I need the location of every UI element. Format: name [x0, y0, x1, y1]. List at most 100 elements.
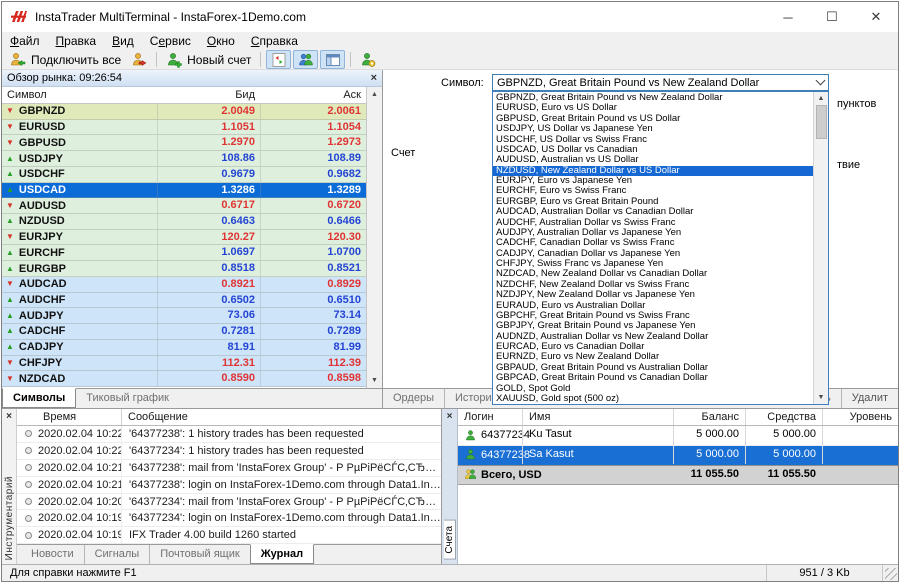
- log-time: 2020.02.04 10:22:2...: [38, 445, 121, 457]
- tab-market-watch-1[interactable]: Тиковый график: [76, 389, 179, 408]
- scroll-down-icon[interactable]: ▼: [818, 394, 825, 401]
- journal-row[interactable]: 2020.02.04 10:19:3... IFX Trader 4.00 bu…: [17, 527, 441, 544]
- market-watch-row[interactable]: ▲ NZDUSD 0.6463 0.6466: [2, 214, 366, 230]
- accounts-toggle-button[interactable]: [293, 50, 318, 69]
- scroll-down-icon[interactable]: ▼: [371, 377, 378, 384]
- dropdown-scrollbar[interactable]: ▲ ▼: [813, 92, 828, 404]
- market-watch-row[interactable]: ▼ AUDCAD 0.8921 0.8929: [2, 277, 366, 293]
- journal-close-icon[interactable]: ×: [6, 409, 12, 422]
- log-message: '64377238': 1 history trades has been re…: [121, 426, 441, 442]
- accounts-rows: 64377234 Ku Tasut 5 000.00 5 000.00 6437…: [458, 426, 898, 465]
- symbol-combobox[interactable]: GBPNZD, Great Britain Pound vs New Zeala…: [492, 74, 829, 91]
- market-watch-row[interactable]: ▼ GBPUSD 1.2970 1.2973: [2, 135, 366, 151]
- chevron-down-icon[interactable]: [812, 81, 828, 84]
- maximize-button[interactable]: ☐: [810, 2, 854, 32]
- bid-cell: 0.6463: [157, 214, 260, 229]
- accounts-side-tab[interactable]: Счета: [444, 520, 456, 560]
- column-level[interactable]: Уровень: [822, 409, 898, 425]
- column-time[interactable]: Время: [17, 411, 121, 423]
- symbol-option[interactable]: GBPCAD, Great Britain Pound vs Canadian …: [493, 373, 813, 383]
- symbol-option[interactable]: AUDCAD, Australian Dollar vs Canadian Do…: [493, 207, 813, 217]
- scroll-up-icon[interactable]: ▲: [371, 91, 378, 98]
- column-ask[interactable]: Аск: [260, 89, 366, 101]
- menu-service[interactable]: Сервис: [142, 33, 199, 49]
- market-watch-row[interactable]: ▼ EURUSD 1.1051 1.1054: [2, 120, 366, 136]
- column-balance[interactable]: Баланс: [673, 409, 745, 425]
- market-watch-row[interactable]: ▲ CADCHF 0.7281 0.7289: [2, 324, 366, 340]
- market-watch-row[interactable]: ▼ EURJPY 120.27 120.30: [2, 230, 366, 246]
- market-watch-row[interactable]: ▼ GBPNZD 2.0049 2.0061: [2, 104, 366, 120]
- market-watch-toggle-button[interactable]: [266, 50, 291, 69]
- tab-journal-1[interactable]: Сигналы: [84, 545, 150, 564]
- delete-button[interactable]: Удалит: [841, 389, 898, 408]
- new-account-button[interactable]: Новый счет: [161, 50, 256, 69]
- column-name[interactable]: Имя: [522, 409, 673, 425]
- column-equity[interactable]: Средства: [745, 409, 822, 425]
- log-entry-icon: [25, 464, 32, 471]
- accounts-gutter: × Счета: [442, 409, 458, 564]
- tab-journal-0[interactable]: Новости: [21, 545, 84, 564]
- market-watch-row[interactable]: ▼ CHFJPY 112.31 112.39: [2, 356, 366, 372]
- journal-row[interactable]: 2020.02.04 10:22:2... '64377234': 1 hist…: [17, 443, 441, 460]
- column-message[interactable]: Сообщение: [121, 409, 441, 425]
- tab-journal-2[interactable]: Почтовый ящик: [149, 545, 249, 564]
- market-watch-row[interactable]: ▲ AUDJPY 73.06 73.14: [2, 308, 366, 324]
- log-time: 2020.02.04 10:21:0...: [38, 479, 121, 491]
- symbol-cell: GBPUSD: [19, 137, 66, 149]
- market-watch-row[interactable]: ▲ AUDCHF 0.6502 0.6510: [2, 293, 366, 309]
- log-entry-icon: [25, 532, 32, 539]
- menu-window[interactable]: Окно: [199, 33, 243, 49]
- account-row[interactable]: 64377234 Ku Tasut 5 000.00 5 000.00: [458, 426, 898, 446]
- market-watch-row[interactable]: ▲ USDCAD 1.3286 1.3289: [2, 183, 366, 199]
- market-watch-row[interactable]: ▲ USDCHF 0.9679 0.9682: [2, 167, 366, 183]
- log-time: 2020.02.04 10:19:3...: [38, 529, 121, 541]
- journal-row[interactable]: 2020.02.04 10:22:2... '64377238': 1 hist…: [17, 426, 441, 443]
- close-button[interactable]: ✕: [854, 2, 898, 32]
- disconnect-all-button[interactable]: [126, 50, 152, 69]
- resize-grip-icon[interactable]: [885, 568, 897, 580]
- journal-row[interactable]: 2020.02.04 10:21:0... '64377238': login …: [17, 477, 441, 494]
- symbol-cell: USDCAD: [19, 184, 66, 196]
- market-watch-row[interactable]: ▲ USDJPY 108.86 108.89: [2, 151, 366, 167]
- tab-order-panel-0[interactable]: Ордеры: [383, 389, 444, 408]
- tab-market-watch-0[interactable]: Символы: [2, 388, 76, 408]
- market-watch-row[interactable]: ▲ CADJPY 81.91 81.99: [2, 340, 366, 356]
- market-watch-row[interactable]: ▼ NZDCAD 0.8590 0.8598: [2, 371, 366, 387]
- symbol-dropdown: GBPNZD, Great Britain Pound vs New Zeala…: [492, 91, 829, 405]
- menu-view[interactable]: Вид: [104, 33, 142, 49]
- menu-file[interactable]: Файл: [2, 33, 48, 49]
- accounts-close-icon[interactable]: ×: [447, 409, 453, 422]
- account-settings-button[interactable]: [355, 50, 381, 69]
- column-symbol[interactable]: Символ: [2, 89, 157, 101]
- journal-row[interactable]: 2020.02.04 10:21:1... '64377238': mail f…: [17, 460, 441, 477]
- column-login[interactable]: Логин: [458, 411, 522, 423]
- minimize-button[interactable]: ─: [766, 2, 810, 32]
- market-watch-close-icon[interactable]: ×: [371, 73, 377, 83]
- accounts-panel: × Счета Логин Имя Баланс Средства Уровен…: [442, 409, 898, 564]
- journal-row[interactable]: 2020.02.04 10:19:5... '64377234': login …: [17, 510, 441, 527]
- toolbox-side-tab[interactable]: Инструментарий: [4, 476, 15, 560]
- market-watch-row[interactable]: ▼ AUDUSD 0.6717 0.6720: [2, 198, 366, 214]
- tab-journal-3[interactable]: Журнал: [250, 544, 314, 564]
- scroll-up-icon[interactable]: ▲: [818, 95, 825, 102]
- market-watch-row[interactable]: ▲ EURGBP 0.8518 0.8521: [2, 261, 366, 277]
- symbol-option[interactable]: NZDJPY, New Zealand Dollar vs Japanese Y…: [493, 290, 813, 300]
- column-bid[interactable]: Бид: [157, 89, 260, 101]
- ask-cell: 1.1054: [260, 120, 366, 135]
- account-equity: 5 000.00: [745, 446, 822, 465]
- connect-all-button[interactable]: Подключить все: [5, 50, 126, 69]
- journal-row[interactable]: 2020.02.04 10:20:0... '64377234': mail f…: [17, 494, 441, 511]
- market-watch-scrollbar[interactable]: ▲ ▼: [366, 87, 382, 388]
- menu-help[interactable]: Справка: [243, 33, 306, 49]
- symbol-option[interactable]: XAUUSD, Gold spot (500 oz): [493, 394, 813, 404]
- scrollbar-thumb[interactable]: [816, 105, 827, 139]
- toolbox-toggle-button[interactable]: [320, 50, 345, 69]
- market-watch-row[interactable]: ▲ EURCHF 1.0697 1.0700: [2, 245, 366, 261]
- menu-edit[interactable]: Правка: [48, 33, 105, 49]
- account-row[interactable]: 64377238 Sa Kasut 5 000.00 5 000.00: [458, 446, 898, 466]
- title-bar: InstaTrader MultiTerminal - InstaForex-1…: [2, 2, 898, 32]
- symbol-option[interactable]: USDJPY, US Dollar vs Japanese Yen: [493, 124, 813, 134]
- symbol-cell: GBPNZD: [19, 105, 65, 117]
- account-icon: [464, 429, 477, 442]
- toolbar-separator: [260, 52, 261, 67]
